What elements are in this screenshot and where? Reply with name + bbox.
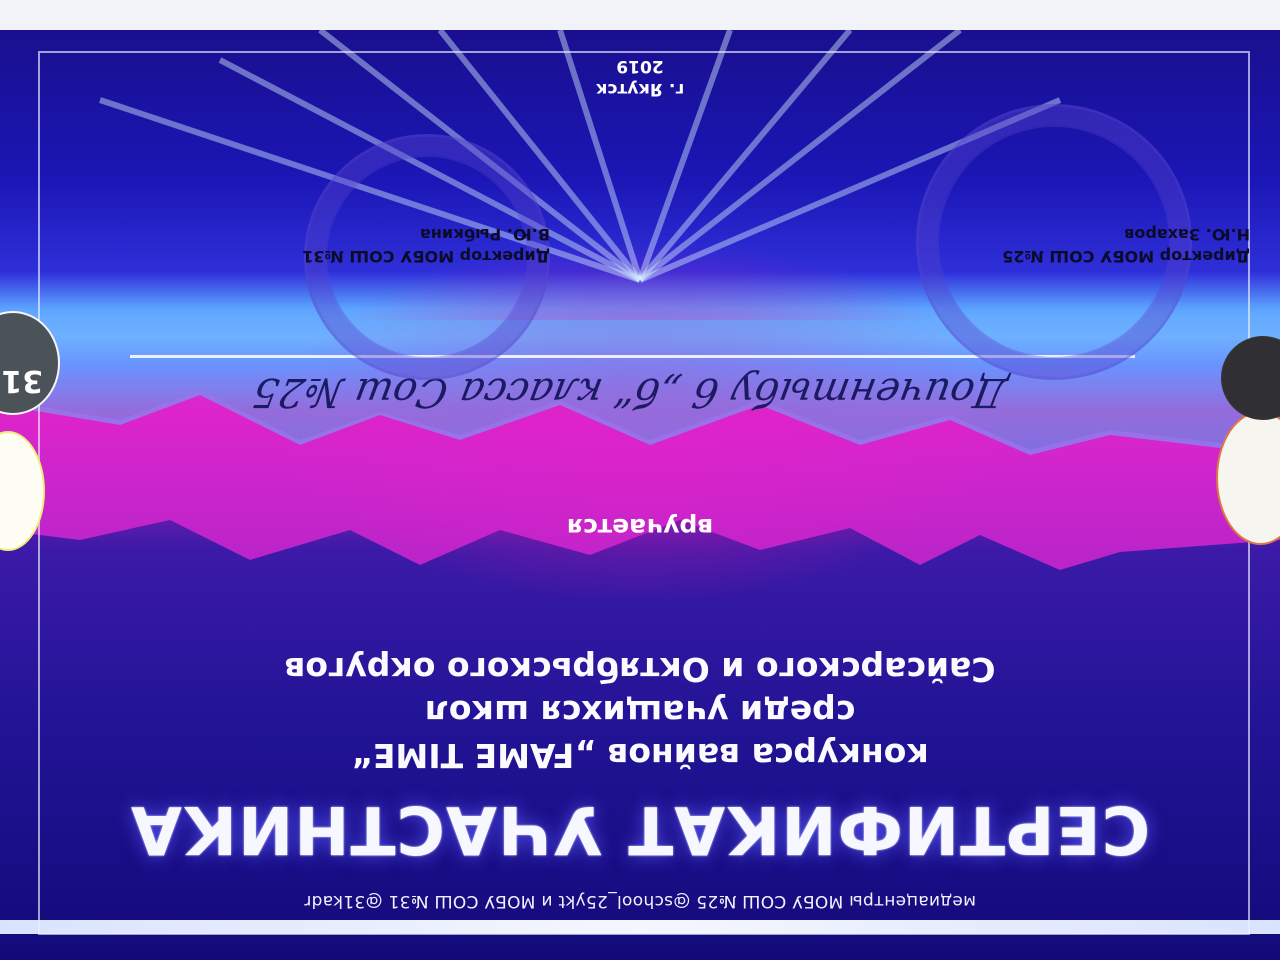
signature-block-right: Директор МОБУ СОШ №31 В.Ю. Рыбкина <box>300 223 550 267</box>
contest-subtitle-line-1: конкурса вайнов „FAME TIME“ <box>351 736 929 775</box>
award-label: вручается <box>566 513 714 542</box>
signature-block-left: Директор МОБУ СОШ №25 Н.Ю. Захаров <box>990 223 1250 267</box>
certificate-title: СЕРТИФИКАТ УЧАСТНИКА <box>129 791 1151 868</box>
year: 2019 <box>616 56 664 76</box>
certificate-photo: медиацентры МОБУ СОШ №25 @school_25ykt и… <box>0 0 1280 960</box>
certificate-rotated: медиацентры МОБУ СОШ №25 @school_25ykt и… <box>0 0 1280 960</box>
contest-subtitle-line-3: Сайсарского и Октябрьского округов <box>284 650 996 689</box>
contest-subtitle-line-2: среди учащихся школ <box>424 693 856 732</box>
signature-left-name: Н.Ю. Захаров <box>1124 225 1250 244</box>
signature-right-title: Директор МОБУ СОШ №31 <box>302 247 550 266</box>
side-logo-text: 31- <box>0 363 43 398</box>
recipient-name-handwritten: Доичентыбу 6 „б“ класса Сош №25 <box>249 369 1011 415</box>
signature-right-name: В.Ю. Рыбкина <box>420 225 550 244</box>
city-and-year: г. Якутск 2019 <box>0 54 1280 100</box>
signature-left-title: Директор МОБУ СОШ №25 <box>1002 247 1250 266</box>
media-centers-text: медиацентры МОБУ СОШ №25 @school_25ykt и… <box>304 891 976 911</box>
city: г. Якутск <box>595 79 685 99</box>
certificate-card: медиацентры МОБУ СОШ №25 @school_25ykt и… <box>0 30 1280 960</box>
